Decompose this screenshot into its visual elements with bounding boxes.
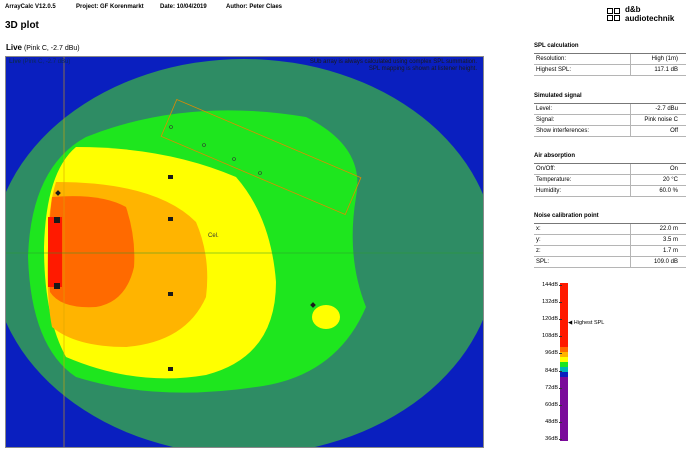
speaker-marker[interactable]: [168, 175, 173, 179]
zone-yellow-spot: [312, 305, 340, 329]
row-key: z:: [536, 248, 541, 254]
scale-tick-line: [559, 319, 562, 321]
logo-line-2: audiotechnik: [625, 14, 675, 23]
sub-marker[interactable]: [54, 283, 60, 289]
sub-marker[interactable]: [54, 217, 60, 223]
row-key: Temperature:: [536, 177, 572, 183]
panel-row: Temperature: 20 °C: [534, 175, 686, 186]
report-date: Date: 10/04/2019: [160, 4, 207, 10]
plot-live-title: Live: [9, 59, 22, 65]
zone-red: [48, 217, 62, 287]
scale-bar: [560, 283, 568, 441]
scale-tick-line: [559, 302, 562, 304]
highest-spl-label: Highest SPL: [573, 320, 605, 327]
project-name: Project: GF Korenmarkt: [76, 4, 144, 10]
scale-tick-label: 72dB: [545, 384, 558, 391]
panel-simulated-signal: Simulated signal Level: -2.7 dBu Signal: P…: [534, 93, 686, 137]
spl-color-scale: 144dB 132dB 120dB 108dB 96dB 84dB 72dB 60dB 48dB…: [534, 282, 634, 443]
logo-text: d&b audiotechnik: [625, 5, 674, 23]
logo-line-1: d&b: [625, 5, 641, 14]
row-key: Highest SPL:: [536, 67, 572, 73]
scale-tick-label: 60dB: [545, 401, 558, 408]
row-key: SPL:: [536, 259, 550, 265]
panel-row: Highest SPL: 117.1 dB: [534, 65, 686, 76]
row-value: 1.7 m: [662, 248, 678, 254]
row-value: 3.5 m: [662, 237, 678, 243]
author-name: Author: Peter Claes: [226, 4, 283, 10]
live-status: Live (Pink C, -2.7 dBu): [6, 43, 80, 52]
row-value: 60.0 %: [659, 188, 678, 194]
scale-tick-line: [559, 353, 562, 355]
panel-row: Show interferences: Off: [534, 126, 686, 137]
scale-tick-label: 144dB: [542, 282, 558, 288]
speaker-marker[interactable]: [168, 367, 173, 371]
plot-live-signal: (Pink C, -2.7 dBu): [22, 59, 71, 65]
row-value: 109.0 dB: [653, 259, 678, 265]
spl-map-svg[interactable]: Cel.: [6, 57, 484, 448]
row-key: Level:: [536, 106, 553, 112]
scale-tick-label: 120dB: [542, 316, 558, 323]
page-title: 3D plot: [5, 20, 39, 31]
scale-tick-label: 108dB: [542, 333, 558, 340]
row-key: Resolution:: [536, 56, 567, 62]
panel-title: Simulated signal: [534, 93, 686, 104]
scale-tick-label: 36dB: [545, 436, 558, 442]
panel-title: Noise calibration point: [534, 213, 686, 224]
row-value: 20 °C: [662, 177, 678, 183]
plot-note: SUb array is always calculated using com…: [310, 59, 477, 73]
highest-spl-arrow-icon: ◀: [568, 320, 573, 327]
scale-tick-label: 132dB: [542, 299, 558, 306]
row-key: Humidity:: [536, 188, 562, 194]
row-value: 22.0 m: [659, 226, 678, 232]
spl-map-plot[interactable]: Cel. Live (Pink C, -2.7 dBu) SUb array i…: [5, 56, 484, 448]
scale-tick-line: [559, 285, 562, 286]
panel-row: SPL: 109.0 dB: [534, 257, 686, 268]
panel-spl-calculation: SPL calculation Resolution: High (1m) Hig…: [534, 43, 686, 76]
scale-tick-line: [559, 439, 562, 440]
cel-label: Cel.: [208, 233, 219, 239]
scale-tick-line: [559, 404, 562, 406]
speaker-marker[interactable]: [168, 292, 173, 296]
panel-row: z: 1.7 m: [534, 246, 686, 257]
row-value: High (1m): [651, 56, 678, 62]
plot-live-label: Live (Pink C, -2.7 dBu): [9, 59, 70, 65]
panel-row: On/Off: On: [534, 164, 686, 175]
panel-row: x: 22.0 m: [534, 224, 686, 235]
logo-mark-icon: [607, 8, 621, 22]
panel-title: Air absorption: [534, 153, 686, 164]
row-key: Signal:: [536, 117, 555, 123]
panel-noise-calibration: Noise calibration point x: 22.0 m y: 3.5 m…: [534, 213, 686, 268]
row-value: Off: [670, 128, 678, 134]
scale-tick-line: [559, 336, 562, 338]
row-value: -2.7 dBu: [655, 106, 678, 112]
panel-title: SPL calculation: [534, 43, 686, 54]
panel-row: Level: -2.7 dBu: [534, 104, 686, 115]
panel-row: Resolution: High (1m): [534, 54, 686, 65]
row-value: 117.1 dB: [654, 67, 678, 73]
scale-tick-label: 84dB: [545, 367, 558, 374]
row-value: On: [669, 166, 678, 172]
row-key: x:: [536, 226, 541, 232]
panel-row: y: 3.5 m: [534, 235, 686, 246]
plot-note-line-2: SPL mapping is shown at listener height.: [368, 66, 477, 72]
panel-row: Signal: Pink noise C: [534, 115, 686, 126]
panel-row: Humidity: 60.0 %: [534, 186, 686, 197]
scale-tick-line: [559, 387, 562, 389]
panel-air-absorption: Air absorption On/Off: On Temperature: 20 …: [534, 153, 686, 197]
row-key: Show interferences:: [536, 128, 590, 134]
highest-spl-marker: ◀ Highest SPL: [568, 320, 604, 326]
scale-tick-line: [559, 421, 562, 423]
plot-note-line-1: SUb array is always calculated using com…: [309, 59, 477, 65]
live-label: Live: [6, 43, 23, 52]
scale-tick-label: 48dB: [545, 418, 558, 425]
row-key: On/Off:: [536, 166, 556, 172]
live-signal: (Pink C, -2.7 dBu): [23, 45, 80, 52]
row-key: y:: [536, 237, 541, 243]
speaker-marker[interactable]: [168, 217, 173, 221]
row-value: Pink noise C: [644, 117, 678, 123]
app-version: ArrayCalc V12.0.5: [5, 4, 56, 10]
scale-tick-line: [559, 370, 562, 372]
scale-tick-label: 96dB: [545, 350, 558, 357]
